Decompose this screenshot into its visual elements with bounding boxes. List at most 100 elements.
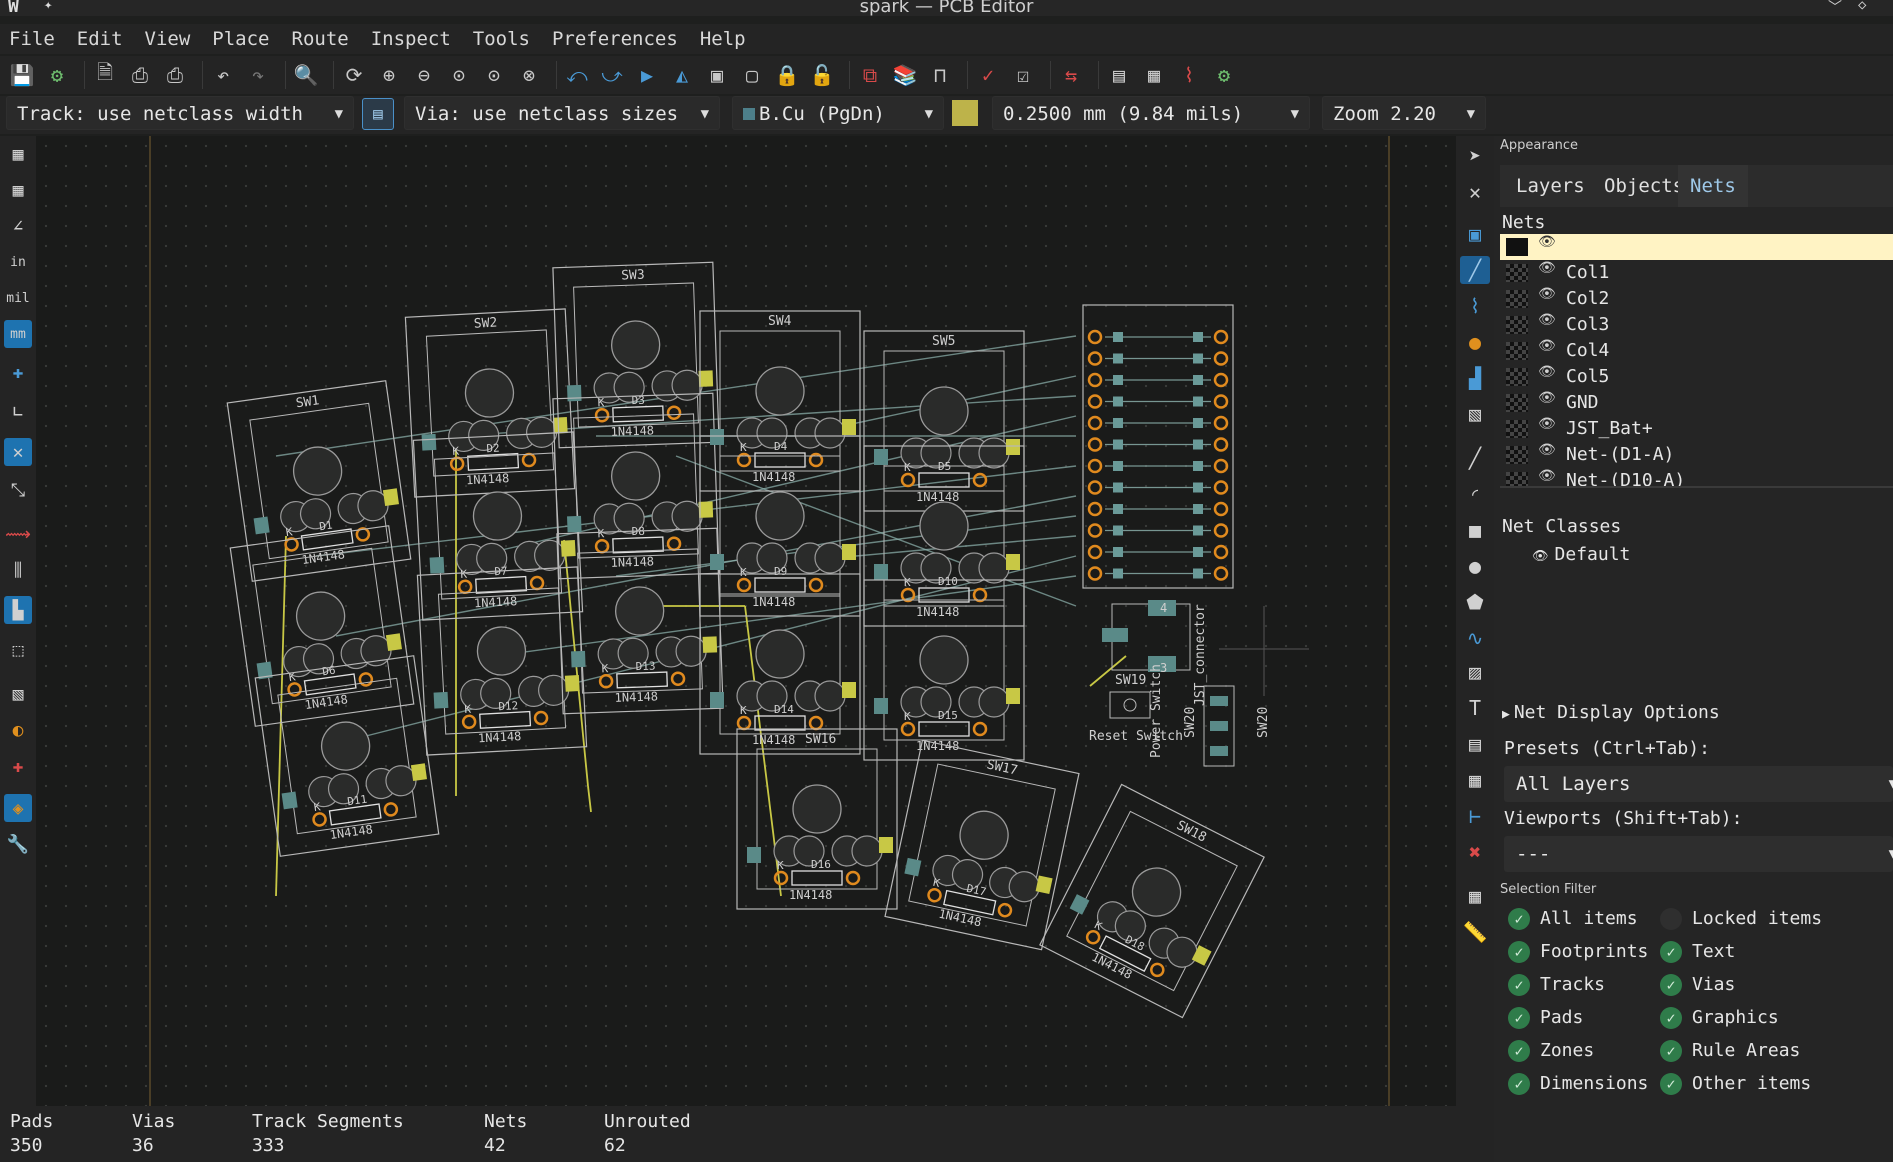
set-grid-origin-icon[interactable]: ▦ (1460, 882, 1490, 910)
checkbox-icon[interactable]: ✓ (1660, 1007, 1682, 1029)
eye-icon[interactable]: 👁 (1538, 416, 1556, 432)
net-row[interactable]: 👁 Col2 (1500, 286, 1893, 312)
add-zone-icon[interactable]: ▟ (1460, 364, 1490, 392)
add-table-icon[interactable]: ▦ (1460, 766, 1490, 794)
checkbox-icon[interactable]: ✓ (1660, 1040, 1682, 1062)
net-color-swatch[interactable] (1506, 420, 1528, 438)
checkbox-icon[interactable]: ✓ (1508, 941, 1530, 963)
filter-zones[interactable]: ✓ Zones (1508, 1038, 1594, 1064)
net-color-swatch[interactable] (1506, 238, 1528, 256)
draw-polygon-icon[interactable]: ⬟ (1460, 588, 1490, 616)
checkbox-icon[interactable]: ✓ (1508, 974, 1530, 996)
find-icon[interactable]: 🔍 (292, 61, 320, 89)
eye-icon[interactable]: 👁 (1538, 286, 1556, 302)
maximize-icon[interactable]: ◇ (1858, 0, 1866, 13)
net-row[interactable]: 👁 JST_Bat+ (1500, 416, 1893, 442)
zoom-objects-icon[interactable]: ⊙ (480, 61, 508, 89)
unlock-icon[interactable]: 🔓 (808, 61, 836, 89)
layer-select[interactable]: B.Cu (PgDn) ▼ (732, 96, 944, 130)
checkbox-icon[interactable]: ✓ (1660, 974, 1682, 996)
add-via-icon[interactable]: ● (1460, 328, 1490, 356)
netlist-icon[interactable]: ⧉ (856, 61, 884, 89)
units-in-button[interactable]: in (4, 248, 32, 276)
add-text-icon[interactable]: T (1460, 694, 1490, 722)
minimize-icon[interactable]: ﹀ (1828, 0, 1842, 17)
checkbox-icon[interactable]: ✓ (1660, 908, 1682, 930)
lock-icon[interactable]: 🔒 (773, 61, 801, 89)
filter-pads[interactable]: ✓ Pads (1508, 1005, 1583, 1031)
units-mm-button[interactable]: mm (4, 320, 32, 348)
draw-bezier-icon[interactable]: ∿ (1460, 624, 1490, 652)
local-ratsnest-icon[interactable]: ✕ (1460, 178, 1490, 206)
zoom-fit-icon[interactable]: ⊙ (445, 61, 473, 89)
board-setup-icon[interactable]: ⚙ (43, 61, 71, 89)
print-icon[interactable]: ⎙ (126, 61, 154, 89)
eye-icon[interactable]: 👁 (1538, 364, 1556, 380)
curved-ratsnest-icon[interactable]: ⤡ (4, 476, 32, 504)
pcb-canvas[interactable]: K D1 1N4148 SW1 K D6 1N4148 K D11 1N4148 K D2 1N4148… (36, 136, 1456, 1106)
viewports-select[interactable]: --- ▼ (1504, 836, 1893, 872)
eye-icon[interactable]: 👁 (1538, 312, 1556, 328)
group-icon[interactable]: ▣ (703, 61, 731, 89)
scripting-console-icon[interactable]: ▤ (1105, 61, 1133, 89)
eye-icon[interactable]: 👁 (1538, 260, 1556, 276)
rule-area-icon[interactable]: ▧ (1460, 400, 1490, 428)
net-color-swatch[interactable] (1506, 316, 1528, 334)
footprint-library-icon[interactable]: 📚 (891, 61, 919, 89)
ratsnest-icon[interactable]: ✕ (4, 438, 32, 466)
via-display-icon[interactable]: ⫼ (4, 556, 32, 584)
net-color-swatch[interactable] (1506, 342, 1528, 360)
grid-overrides-icon[interactable]: ▦ (4, 176, 32, 204)
redo-icon[interactable]: ↷ (244, 61, 272, 89)
track-width-select[interactable]: Track: use netclass width ▼ (6, 96, 354, 130)
add-footprint-icon[interactable]: ▣ (1460, 220, 1490, 248)
menu-view[interactable]: View (145, 28, 191, 50)
plot-icon[interactable]: ⎙ (161, 61, 189, 89)
filter-tracks[interactable]: ✓ Tracks (1508, 972, 1605, 998)
menu-tools[interactable]: Tools (473, 28, 530, 50)
checkbox-icon[interactable]: ✓ (1508, 908, 1530, 930)
filter-locked-items[interactable]: ✓ Locked items (1660, 906, 1822, 932)
tune-length-icon[interactable]: ⌇ (1460, 292, 1490, 320)
zoom-out-icon[interactable]: ⊖ (410, 61, 438, 89)
checkbox-icon[interactable]: ✓ (1508, 1007, 1530, 1029)
checkbox-icon[interactable]: ✓ (1508, 1040, 1530, 1062)
menu-route[interactable]: Route (292, 28, 349, 50)
origin-icon[interactable]: ∟ (4, 398, 32, 426)
rotate-ccw-icon[interactable]: ⤺ (563, 61, 591, 89)
cursor-shape-icon[interactable]: ✚ (4, 358, 32, 386)
zoom-select[interactable]: Zoom 2.20 ▼ (1322, 96, 1486, 130)
menu-help[interactable]: Help (700, 28, 746, 50)
properties-icon[interactable]: 🔧 (4, 830, 32, 858)
measure-icon[interactable]: 📏 (1460, 918, 1490, 946)
select-icon[interactable]: ➤ (1460, 142, 1490, 170)
net-color-swatch[interactable] (1506, 290, 1528, 308)
net-color-swatch[interactable] (1506, 394, 1528, 412)
page-settings-icon[interactable]: 🗎 (91, 60, 119, 89)
filter-all-items[interactable]: ✓ All items (1508, 906, 1638, 932)
pad-display-icon[interactable]: ◐ (4, 716, 32, 744)
eye-icon[interactable]: 👁 (1532, 549, 1549, 564)
zoom-selection-icon[interactable]: ⊗ (515, 61, 543, 89)
show-tracks-icon[interactable]: ⟿ (4, 520, 32, 548)
filter-footprints[interactable]: ✓ Footprints (1508, 939, 1648, 965)
tab-layers[interactable]: Layers (1504, 165, 1597, 207)
high-contrast-icon[interactable]: ▙ (4, 596, 32, 624)
ungroup-icon[interactable]: ▢ (738, 61, 766, 89)
filter-vias[interactable]: ✓ Vias (1660, 972, 1735, 998)
eye-icon[interactable]: 👁 (1538, 390, 1556, 406)
net-row[interactable]: 👁 Net-(D10-A) (1500, 468, 1893, 486)
checkbox-icon[interactable]: ✓ (1660, 1073, 1682, 1095)
draw-arc-icon[interactable]: ◜ (1460, 480, 1490, 508)
plugin-icon[interactable]: ⚙ (1210, 61, 1238, 89)
menu-preferences[interactable]: Preferences (552, 28, 678, 50)
net-row[interactable]: 👁 Col4 (1500, 338, 1893, 364)
presets-select[interactable]: All Layers ▼ (1504, 766, 1893, 802)
net-color-swatch[interactable] (1506, 368, 1528, 386)
grid-toggle-icon[interactable]: ▦ (4, 140, 32, 168)
filter-dimensions[interactable]: ✓ Dimensions (1508, 1071, 1648, 1097)
tab-nets[interactable]: Nets (1678, 165, 1748, 207)
flip-icon[interactable]: ▶ (633, 61, 661, 89)
save-icon[interactable]: 💾 (8, 61, 36, 89)
zone-outline-icon[interactable]: ⬚ (4, 636, 32, 664)
